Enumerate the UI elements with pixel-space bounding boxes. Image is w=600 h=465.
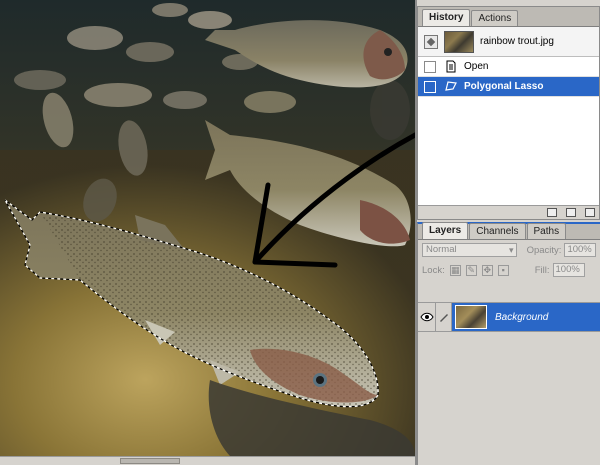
layers-tabs: Layers Channels Paths <box>418 222 600 240</box>
opacity-field[interactable]: 100% <box>564 243 596 257</box>
camera-snapshot-icon[interactable] <box>566 208 576 217</box>
new-document-from-state-icon[interactable] <box>547 208 557 217</box>
fill-label: Fill: <box>534 264 550 276</box>
lock-position-icon[interactable]: ✥ <box>481 264 493 276</box>
history-footer <box>418 205 599 219</box>
history-snapshot[interactable]: rainbow trout.jpg <box>418 27 599 57</box>
polygonal-lasso-icon <box>444 80 458 94</box>
tab-layers[interactable]: Layers <box>422 222 469 239</box>
document-canvas[interactable] <box>0 0 415 456</box>
layer-thumbnail <box>455 305 487 329</box>
lock-transparent-pixels-icon[interactable]: ▦ <box>449 264 461 276</box>
fill-field[interactable]: 100% <box>552 263 585 277</box>
palette-column: History Actions rainbow trout.jpg Open P… <box>415 0 600 465</box>
history-state-open[interactable]: Open <box>418 57 599 77</box>
history-tabs: History Actions <box>418 7 599 27</box>
history-brush-source-checkbox[interactable] <box>424 60 436 73</box>
canvas-horizontal-scrollbar[interactable] <box>0 456 415 465</box>
tab-paths[interactable]: Paths <box>526 223 567 239</box>
opacity-label: Opacity: <box>526 244 562 256</box>
document-icon <box>444 60 458 74</box>
scrollbar-thumb[interactable] <box>120 458 180 464</box>
snapshot-thumbnail <box>444 30 474 53</box>
layer-row-background[interactable]: Background <box>418 302 600 332</box>
trash-icon[interactable] <box>585 208 595 217</box>
history-brush-source-checkbox[interactable] <box>424 80 436 93</box>
blend-opacity-row: Normal Opacity: 100% <box>418 240 600 260</box>
history-state-label: Polygonal Lasso <box>464 81 544 92</box>
history-panel: History Actions rainbow trout.jpg Open P… <box>417 6 600 220</box>
eye-visibility-icon[interactable] <box>418 303 436 331</box>
lock-image-pixels-icon[interactable]: ✎ <box>465 264 477 276</box>
tab-channels[interactable]: Channels <box>469 223 526 239</box>
layer-brush-icon[interactable] <box>436 303 452 331</box>
lock-fill-row: Lock: ▦ ✎ ✥ ▪ Fill: 100% <box>418 260 600 280</box>
lock-all-icon[interactable]: ▪ <box>497 264 509 276</box>
history-brush-icon[interactable] <box>424 34 438 49</box>
snapshot-name: rainbow trout.jpg <box>480 36 554 47</box>
history-state-label: Open <box>464 61 489 72</box>
trout-photo <box>0 0 415 456</box>
layers-panel: Layers Channels Paths Normal Opacity: 10… <box>417 222 600 465</box>
blend-mode-select[interactable]: Normal <box>422 243 517 257</box>
tab-history[interactable]: History <box>422 9 471 26</box>
tab-actions[interactable]: Actions <box>471 10 519 26</box>
lock-label: Lock: <box>422 264 445 276</box>
history-state-polygonal-lasso[interactable]: Polygonal Lasso <box>418 77 599 97</box>
layer-name: Background <box>495 311 549 323</box>
